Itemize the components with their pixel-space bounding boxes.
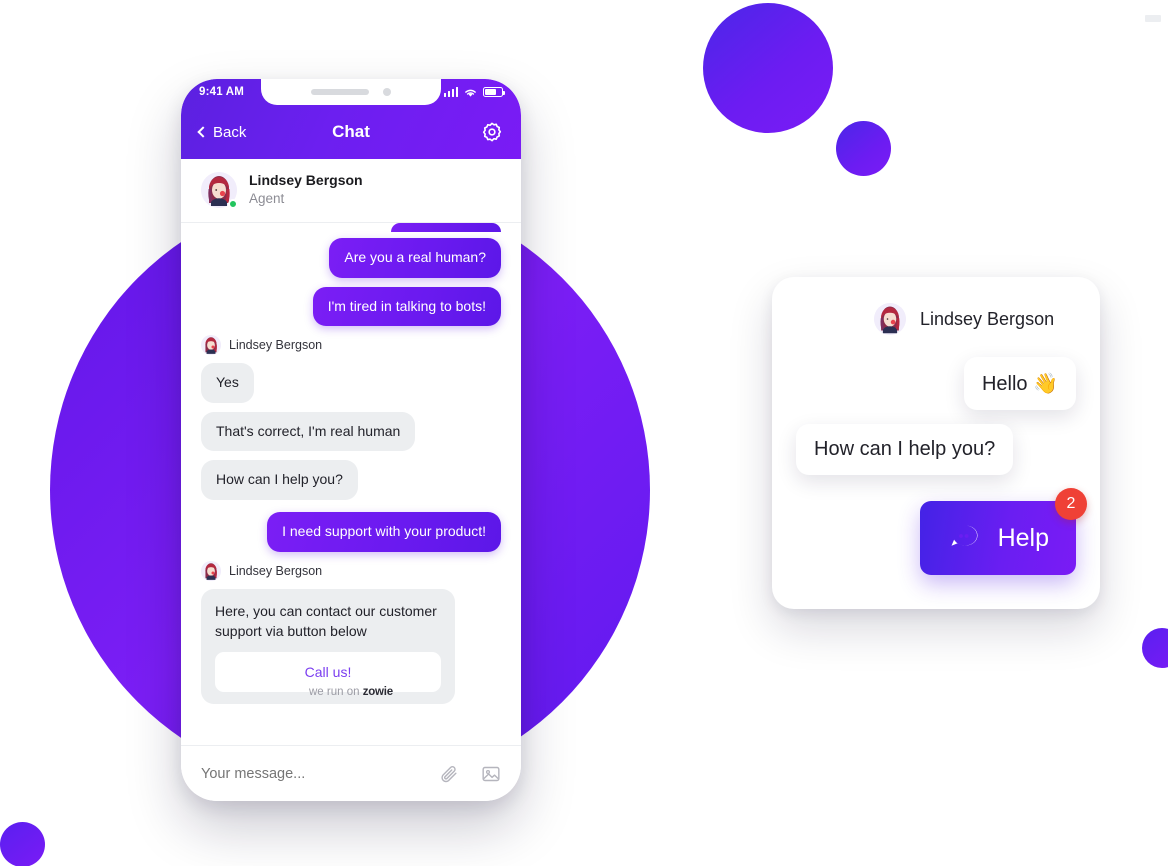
help-button[interactable]: Help bbox=[919, 501, 1076, 575]
widget-agent-name: Lindsey Bergson bbox=[920, 308, 1055, 329]
wifi-icon bbox=[465, 89, 476, 97]
page-root: 9:41 AM Back Chat Lindsey Bergson Agent … bbox=[0, 0, 1168, 866]
paperclip-icon[interactable] bbox=[439, 764, 459, 784]
message-row: Are you a real human? bbox=[201, 238, 501, 278]
widget-message-bubble: How can I help you? bbox=[796, 424, 1014, 475]
widget-help-row: Help 2 bbox=[796, 488, 1087, 575]
help-button-wrap: Help 2 bbox=[919, 488, 1087, 575]
message-bubble-incoming: How can I help you? bbox=[201, 460, 358, 501]
widget-message-bubble: Hello 👋 bbox=[963, 357, 1076, 410]
widget-agent-header: Lindsey Bergson bbox=[796, 303, 1076, 335]
powered-by-prefix: we run on bbox=[308, 686, 363, 699]
message-bubble-incoming: Yes bbox=[201, 363, 254, 403]
phone-mockup: 9:41 AM Back Chat Lindsey Bergson Agent … bbox=[181, 79, 521, 801]
message-bubble-outgoing: I'm tired in talking to bots! bbox=[312, 286, 501, 327]
decorative-bar-upper bbox=[1110, 294, 1168, 304]
sender-name: Lindsey Bergson bbox=[229, 338, 323, 353]
phone-header: 9:41 AM Back Chat bbox=[181, 79, 521, 159]
status-icons bbox=[443, 87, 505, 98]
help-button-label: Help bbox=[997, 523, 1049, 552]
avatar bbox=[201, 171, 238, 209]
widget-agent-avatar bbox=[874, 303, 906, 335]
chat-widget-card: Lindsey Bergson Hello 👋 How can I help y… bbox=[772, 277, 1100, 609]
phone-notch bbox=[261, 79, 441, 105]
message-composer bbox=[181, 745, 521, 801]
rich-card-text: Here, you can contact our customer suppo… bbox=[215, 602, 437, 639]
scrolled-message-peek bbox=[391, 223, 501, 233]
message-bubble-incoming: That's correct, I'm real human bbox=[201, 411, 416, 452]
sender-avatar-icon bbox=[201, 335, 221, 356]
sender-avatar-icon bbox=[201, 560, 221, 581]
speaker-grill-icon bbox=[311, 89, 369, 95]
message-bubble-outgoing: Are you a real human? bbox=[329, 238, 501, 278]
battery-icon bbox=[483, 87, 505, 97]
decorative-chip-top-right bbox=[1145, 15, 1161, 22]
agent-info: Lindsey Bergson Agent bbox=[249, 171, 363, 208]
decorative-bar-lower bbox=[1110, 310, 1168, 319]
chat-nav-bar: Back Chat bbox=[181, 105, 521, 159]
agent-header: Lindsey Bergson Agent bbox=[181, 159, 521, 224]
chat-bubble-icon bbox=[951, 525, 978, 546]
message-list[interactable]: Are you a real human? I'm tired in talki… bbox=[181, 223, 521, 711]
widget-message-row: Hello 👋 bbox=[796, 357, 1076, 410]
agent-role: Agent bbox=[249, 190, 285, 206]
back-button[interactable]: Back bbox=[197, 123, 247, 141]
online-dot-icon bbox=[228, 198, 238, 209]
decorative-circle-top-right bbox=[703, 3, 833, 133]
composer-actions bbox=[439, 764, 501, 784]
front-camera-icon bbox=[383, 88, 391, 96]
decorative-circle-small-right bbox=[836, 121, 891, 176]
agent-name: Lindsey Bergson bbox=[249, 172, 363, 188]
message-sender: Lindsey Bergson bbox=[201, 560, 501, 581]
sender-name: Lindsey Bergson bbox=[229, 563, 323, 578]
message-input[interactable] bbox=[201, 765, 439, 782]
decorative-circle-bottom-left bbox=[0, 822, 45, 866]
back-button-label: Back bbox=[213, 123, 247, 141]
message-row: I'm tired in talking to bots! bbox=[201, 286, 501, 327]
chevron-left-icon bbox=[197, 126, 209, 138]
message-row: How can I help you? bbox=[201, 460, 501, 501]
message-row: Yes bbox=[201, 363, 501, 403]
message-row: I need support with your product! bbox=[201, 512, 501, 552]
signal-bars-icon bbox=[443, 87, 458, 97]
message-row: That's correct, I'm real human bbox=[201, 411, 501, 452]
powered-by-footer: we run on zowie bbox=[181, 686, 521, 698]
gear-icon[interactable] bbox=[481, 121, 503, 143]
image-icon[interactable] bbox=[481, 764, 501, 784]
message-bubble-outgoing: I need support with your product! bbox=[267, 512, 501, 552]
message-sender: Lindsey Bergson bbox=[201, 335, 501, 356]
status-badge: 2 bbox=[1055, 488, 1087, 520]
status-time: 9:41 AM bbox=[199, 86, 245, 98]
powered-by-brand: zowie bbox=[362, 686, 394, 699]
widget-message-row: How can I help you? bbox=[796, 424, 1076, 475]
decorative-circle-edge-right bbox=[1142, 628, 1168, 668]
